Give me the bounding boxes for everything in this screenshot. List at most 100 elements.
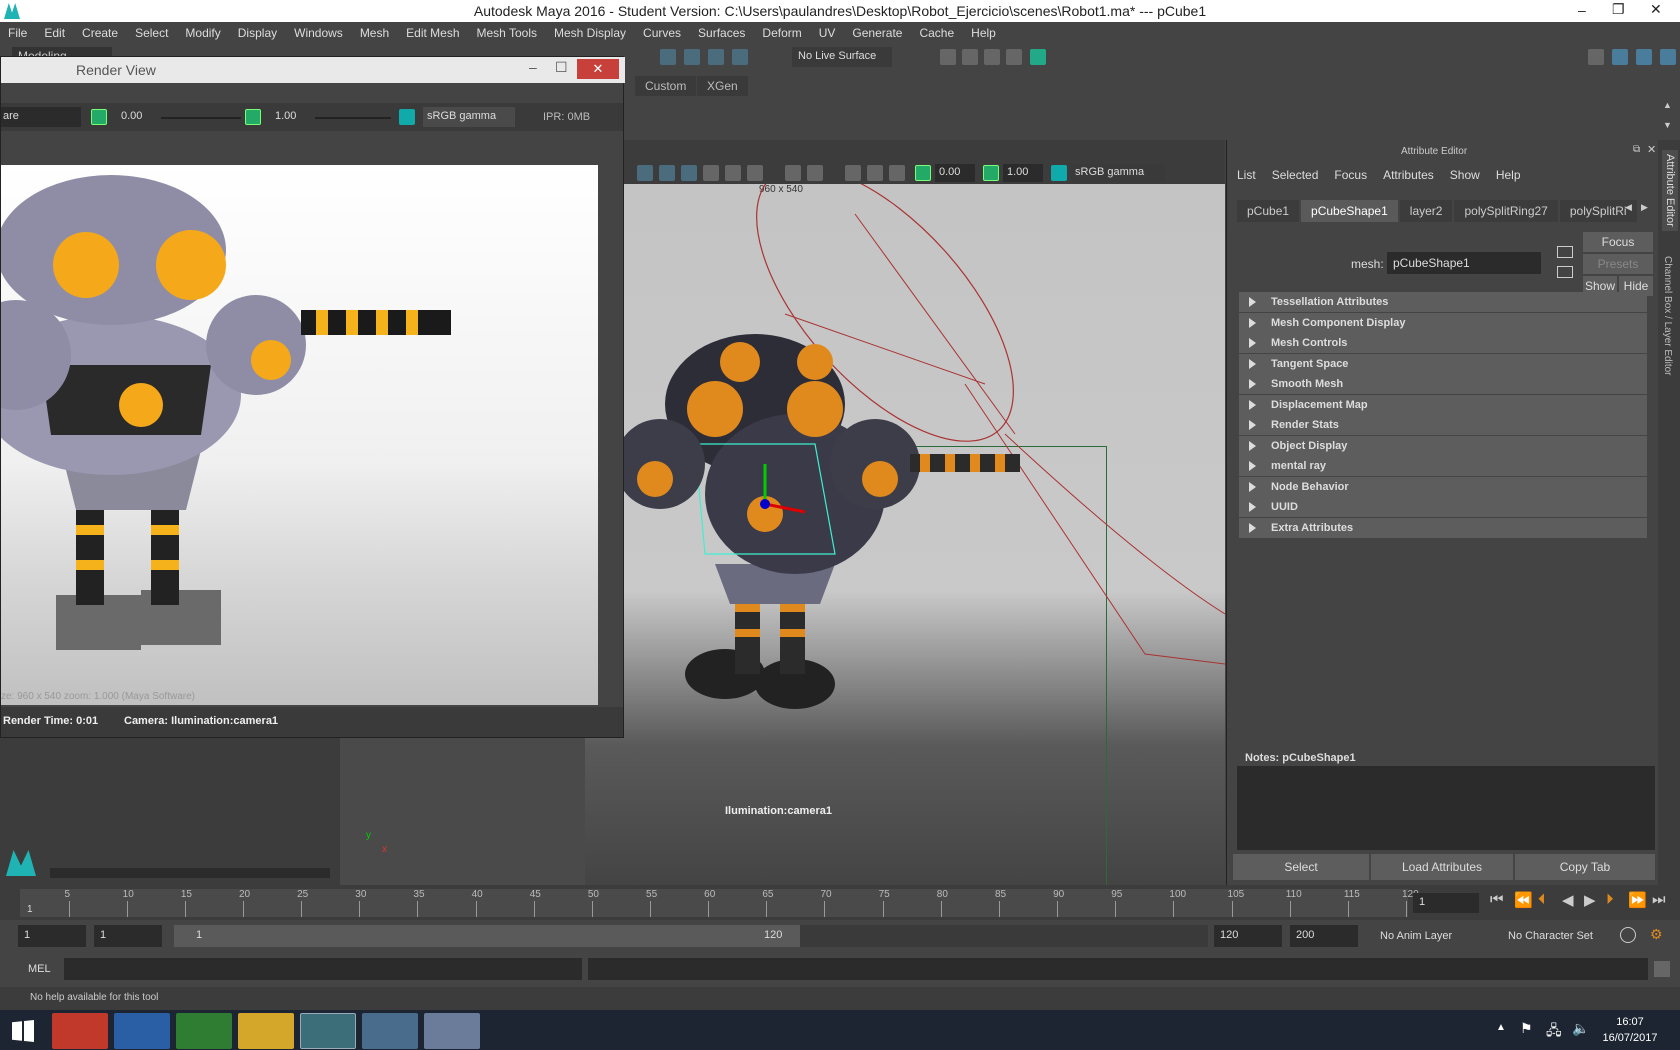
go-output-icon[interactable] bbox=[1557, 266, 1573, 278]
section-object-display[interactable]: Object Display bbox=[1239, 435, 1647, 456]
expand-arrow-icon[interactable] bbox=[1249, 358, 1256, 369]
ae-menu-attributes[interactable]: Attributes bbox=[1383, 168, 1434, 182]
render-view-icon[interactable] bbox=[962, 49, 978, 65]
go-to-start-icon[interactable]: ⏮ bbox=[1490, 891, 1504, 908]
vp-gamma-field[interactable]: 1.00 bbox=[1003, 164, 1043, 182]
section-uuid[interactable]: UUID bbox=[1239, 497, 1647, 517]
expand-arrow-icon[interactable] bbox=[1249, 399, 1256, 410]
expand-arrow-icon[interactable] bbox=[1249, 297, 1256, 307]
ipr-icon[interactable] bbox=[984, 49, 1000, 65]
ae-tab-polysplitring27[interactable]: polySplitRing27 bbox=[1454, 200, 1558, 222]
expand-arrow-icon[interactable] bbox=[1249, 338, 1256, 348]
snap-grid-icon[interactable] bbox=[660, 49, 676, 65]
current-frame-field[interactable]: 1 bbox=[1413, 893, 1479, 913]
exposure-icon[interactable] bbox=[91, 109, 107, 125]
ae-menu-focus[interactable]: Focus bbox=[1334, 168, 1367, 182]
shadows-icon[interactable] bbox=[747, 165, 763, 181]
xray-icon[interactable] bbox=[807, 165, 823, 181]
ae-tab-pcube1[interactable]: pCube1 bbox=[1237, 200, 1300, 222]
go-to-end-icon[interactable]: ⏭ bbox=[1652, 891, 1666, 908]
range-bar[interactable]: 1 120 bbox=[174, 925, 800, 947]
textured-icon[interactable] bbox=[703, 165, 719, 181]
gamma-icon[interactable] bbox=[245, 109, 261, 125]
section-mesh-component-display[interactable]: Mesh Component Display bbox=[1239, 312, 1647, 333]
grid-icon[interactable] bbox=[845, 165, 861, 181]
go-input-icon[interactable] bbox=[1557, 246, 1573, 258]
expand-arrow-icon[interactable] bbox=[1249, 440, 1256, 451]
menu-deform[interactable]: Deform bbox=[762, 26, 801, 40]
play-backwards-icon[interactable]: ◀ bbox=[1562, 891, 1574, 909]
hypershade-icon[interactable] bbox=[1030, 49, 1046, 65]
section-mental-ray[interactable]: mental ray bbox=[1239, 456, 1647, 476]
clock-time[interactable]: 16:07 bbox=[1600, 1016, 1660, 1028]
expand-arrow-icon[interactable] bbox=[1249, 420, 1256, 430]
playback-start-field[interactable]: 1 bbox=[94, 925, 162, 947]
viewport-panel[interactable]: nels 0.00 1.00 sRGB gamma 960 x 540 bbox=[355, 140, 1225, 892]
camera-icon[interactable] bbox=[637, 165, 653, 181]
menu-windows[interactable]: Windows bbox=[294, 26, 343, 40]
section-smooth-mesh[interactable]: Smooth Mesh bbox=[1239, 374, 1647, 394]
scroll-down-icon[interactable]: ▼ bbox=[1663, 120, 1672, 130]
section-node-behavior[interactable]: Node Behavior bbox=[1239, 476, 1647, 497]
ae-tab-pcubeshape1[interactable]: pCubeShape1 bbox=[1301, 200, 1398, 222]
paint-icon[interactable] bbox=[424, 1013, 480, 1049]
playback-end-field[interactable]: 120 bbox=[1214, 925, 1282, 947]
menu-curves[interactable]: Curves bbox=[643, 26, 681, 40]
timeline-track[interactable]: 5 10 15 20 25 30 35 40 45 50 55 60 65 70 75 80 85 90 95 100… bbox=[20, 889, 1419, 917]
ae-menu-selected[interactable]: Selected bbox=[1272, 168, 1319, 182]
workspace-icon-3[interactable] bbox=[1636, 49, 1652, 65]
lights-icon[interactable] bbox=[725, 165, 741, 181]
menu-mesh[interactable]: Mesh bbox=[360, 26, 389, 40]
menu-edit[interactable]: Edit bbox=[44, 26, 65, 40]
rv-minimize-icon[interactable]: ‒ bbox=[529, 59, 537, 75]
rv-exposure-field[interactable]: 0.00 bbox=[117, 108, 157, 126]
side-tab-attribute-editor[interactable]: Attribute Editor bbox=[1662, 150, 1678, 231]
workspace-icon-2[interactable] bbox=[1612, 49, 1628, 65]
clock-date[interactable]: 16/07/2017 bbox=[1596, 1032, 1664, 1044]
menu-uv[interactable]: UV bbox=[819, 26, 836, 40]
gate-mask-icon[interactable] bbox=[889, 165, 905, 181]
section-tangent-space[interactable]: Tangent Space bbox=[1239, 353, 1647, 374]
anim-end-field[interactable]: 200 bbox=[1290, 925, 1358, 947]
resolution-gate-icon[interactable] bbox=[867, 165, 883, 181]
color-management-icon[interactable] bbox=[1051, 165, 1067, 181]
auto-key-icon[interactable] bbox=[1620, 927, 1636, 943]
step-back-frame-icon[interactable]: ⏴ bbox=[1538, 891, 1546, 908]
menu-mesh-tools[interactable]: Mesh Tools bbox=[477, 26, 537, 40]
notes-field[interactable] bbox=[1237, 766, 1655, 850]
ae-close-icon[interactable]: ✕ bbox=[1647, 143, 1656, 156]
rv-gamma-field[interactable]: 1.00 bbox=[271, 108, 311, 126]
step-forward-frame-icon[interactable]: ⏵ bbox=[1606, 891, 1614, 908]
chrome-icon[interactable] bbox=[176, 1013, 232, 1049]
tab-scroll-left-icon[interactable]: ◀ bbox=[1625, 202, 1632, 213]
gamma-icon[interactable] bbox=[983, 165, 999, 181]
time-slider[interactable]: 5 10 15 20 25 30 35 40 45 50 55 60 65 70 75 80 85 90 95 100… bbox=[0, 885, 1680, 920]
rv-exposure-slider[interactable] bbox=[161, 117, 241, 119]
expand-arrow-icon[interactable] bbox=[1249, 379, 1256, 389]
presets-button[interactable]: Presets bbox=[1583, 254, 1653, 274]
rv-color-space[interactable]: sRGB gamma bbox=[423, 107, 515, 127]
rv-maximize-icon[interactable]: ☐ bbox=[555, 59, 568, 76]
isolate-icon[interactable] bbox=[785, 165, 801, 181]
char-set-dropdown[interactable]: No Character Set bbox=[1508, 930, 1593, 942]
exposure-icon[interactable] bbox=[915, 165, 931, 181]
play-forwards-icon[interactable]: ▶ bbox=[1584, 891, 1596, 909]
ae-menu-show[interactable]: Show bbox=[1450, 168, 1480, 182]
menu-select[interactable]: Select bbox=[135, 26, 168, 40]
outliner-scrollbar[interactable] bbox=[50, 868, 330, 878]
vp-exposure-field[interactable]: 0.00 bbox=[935, 164, 975, 182]
select-button[interactable]: Select bbox=[1233, 854, 1369, 880]
section-tessellation-attributes[interactable]: Tessellation Attributes bbox=[1239, 292, 1647, 312]
snap-point-icon[interactable] bbox=[708, 49, 724, 65]
section-extra-attributes[interactable]: Extra Attributes bbox=[1239, 517, 1647, 538]
menu-create[interactable]: Create bbox=[82, 26, 118, 40]
renderer-dropdown[interactable]: are bbox=[1, 107, 81, 127]
anim-layer-dropdown[interactable]: No Anim Layer bbox=[1380, 930, 1452, 942]
anim-start-field[interactable]: 1 bbox=[18, 925, 86, 947]
section-mesh-controls[interactable]: Mesh Controls bbox=[1239, 333, 1647, 353]
render-view-window[interactable]: Render View ‒ ☐ ✕ are 0.00 1.00 sRGB gam… bbox=[0, 56, 625, 738]
mel-label[interactable]: MEL bbox=[28, 963, 51, 975]
vp-color-space[interactable]: sRGB gamma bbox=[1071, 164, 1165, 182]
menu-generate[interactable]: Generate bbox=[852, 26, 902, 40]
mel-input[interactable] bbox=[64, 958, 582, 980]
